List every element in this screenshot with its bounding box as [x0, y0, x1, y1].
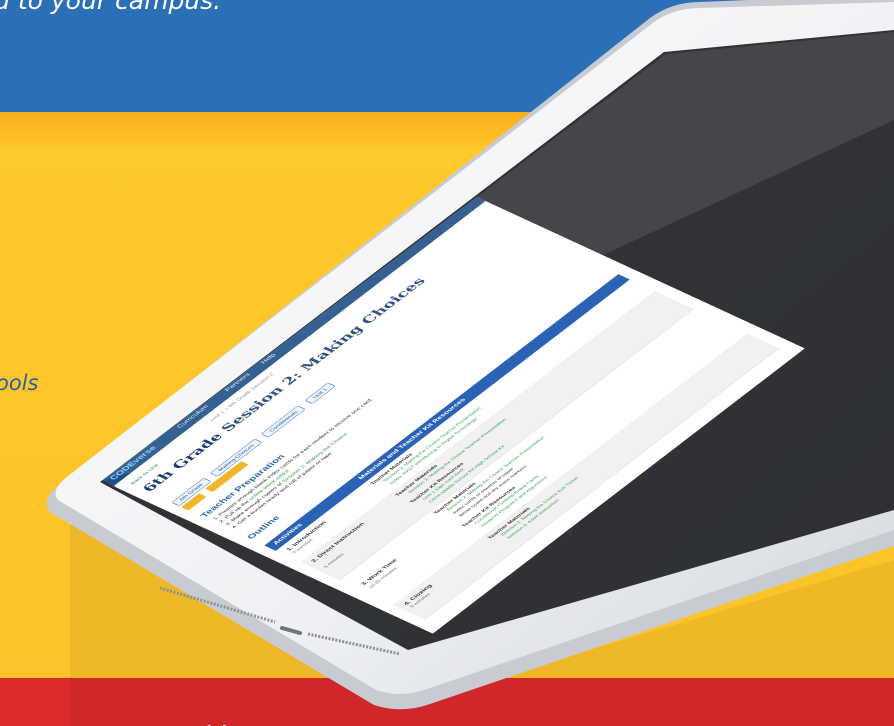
tag-unit[interactable]: Unit 1: [304, 382, 336, 405]
promo-stage: d to your campus. ools . . CODEverse Cur…: [0, 0, 894, 726]
activity-time: 5 minutes: [323, 552, 346, 569]
tag-concept[interactable]: Conditionals: [260, 405, 306, 438]
